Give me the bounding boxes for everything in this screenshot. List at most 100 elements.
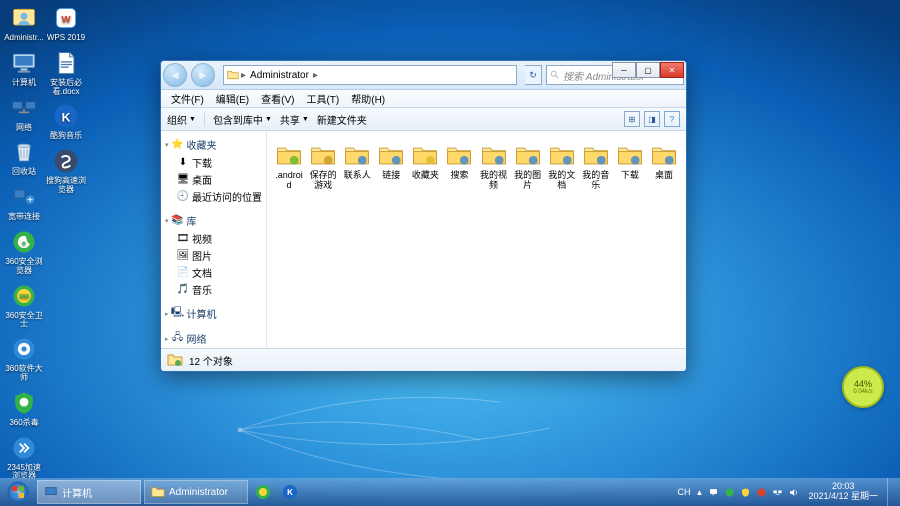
- explorer-window: ─ ▢ ✕ ◄ ► ▸ Administrator ▸ ↻ 搜索 Adminis…: [160, 60, 687, 372]
- task-label: 计算机: [62, 485, 92, 500]
- start-button[interactable]: [2, 480, 34, 504]
- folder-label: 桌面: [655, 171, 673, 181]
- view-options-button[interactable]: ⊞: [624, 111, 640, 127]
- network-tray-icon[interactable]: [772, 487, 783, 498]
- toolbar: 组织 ▼ 包含到库中 ▼ 共享 ▼ 新建文件夹 ⊞ ◨ ?: [161, 108, 686, 131]
- folder-item[interactable]: 桌面: [648, 139, 680, 193]
- desktop-icon-computer[interactable]: 计算机: [4, 47, 44, 90]
- folder-item[interactable]: 我的视频: [477, 139, 509, 193]
- desktop-icon-360safe[interactable]: 360360安全卫士: [4, 280, 44, 332]
- menu-tools[interactable]: 工具(T): [300, 91, 345, 106]
- volume-icon[interactable]: [788, 487, 799, 498]
- close-button[interactable]: ✕: [660, 62, 684, 78]
- video-icon: 🎞: [177, 233, 189, 245]
- address-bar[interactable]: ▸ Administrator ▸: [223, 65, 517, 85]
- folder-item[interactable]: 保存的游戏: [307, 139, 339, 193]
- taskbar-pin-360[interactable]: [251, 481, 275, 503]
- chevron-right-icon: ▸: [313, 70, 318, 81]
- sidebar-favorites[interactable]: ▾⭐收藏夹: [161, 135, 266, 154]
- sidebar-computer[interactable]: ▸🖳计算机: [161, 304, 266, 323]
- toolbar-include[interactable]: 包含到库中 ▼: [213, 112, 272, 127]
- document-icon: 📄: [177, 267, 189, 279]
- desktop-icon-360browser[interactable]: e360安全浏览器: [4, 226, 44, 278]
- file-grid[interactable]: .android 保存的游戏 联系人 链接 收藏夹 搜索 我的视频 我的图片 我…: [267, 131, 686, 348]
- star-icon: ⭐: [172, 139, 184, 151]
- taskbar-item-computer[interactable]: 计算机: [37, 480, 141, 504]
- tray-chevron-icon[interactable]: ▲: [696, 488, 704, 497]
- nav-back-button[interactable]: ◄: [163, 63, 187, 87]
- folder-item[interactable]: 我的音乐: [580, 139, 612, 193]
- sidebar-item-videos[interactable]: 🎞视频: [161, 230, 266, 247]
- folder-item[interactable]: 我的文档: [546, 139, 578, 193]
- folder-icon: [616, 141, 644, 169]
- toolbar-share[interactable]: 共享 ▼: [280, 112, 309, 127]
- folder-label: 我的图片: [514, 171, 542, 191]
- desktop-icon-360av[interactable]: 360杀毒: [4, 387, 44, 430]
- folder-label: 下载: [621, 171, 639, 181]
- folder-label: .android: [275, 171, 303, 191]
- menu-help[interactable]: 帮助(H): [345, 91, 391, 106]
- clock[interactable]: 20:03 2021/4/12 星期一: [804, 482, 882, 502]
- toolbar-organize[interactable]: 组织 ▼: [167, 112, 196, 127]
- folder-item[interactable]: 收藏夹: [409, 139, 441, 193]
- sidebar-item-desktop[interactable]: 🖥桌面: [161, 171, 266, 188]
- folder-icon: [582, 141, 610, 169]
- desktop-icon-wps[interactable]: WWPS 2019: [46, 2, 86, 45]
- folder-item[interactable]: 联系人: [341, 139, 373, 193]
- folder-icon: [377, 141, 405, 169]
- sidebar-libraries[interactable]: ▾📚库: [161, 211, 266, 230]
- sidebar-item-documents[interactable]: 📄文档: [161, 264, 266, 281]
- action-center-icon[interactable]: [708, 487, 719, 498]
- folder-icon: [650, 141, 678, 169]
- desktop-icon-recycle-bin[interactable]: 回收站: [4, 136, 44, 179]
- nav-forward-button[interactable]: ►: [191, 63, 215, 87]
- explorer-body: ▾⭐收藏夹 ⬇下载 🖥桌面 🕘最近访问的位置 ▾📚库 🎞视频 🖼图片 📄文档 🎵…: [161, 131, 686, 348]
- computer-icon: 🖳: [172, 308, 184, 320]
- explorer-header: ◄ ► ▸ Administrator ▸ ↻ 搜索 Administrator: [161, 61, 686, 90]
- folder-label: 联系人: [344, 171, 371, 181]
- tray-shield-icon[interactable]: [740, 487, 751, 498]
- status-bar: 12 个对象: [161, 348, 686, 371]
- show-desktop-button[interactable]: [887, 478, 896, 506]
- taskbar-item-explorer[interactable]: Administrator: [144, 480, 248, 504]
- speedup-badge[interactable]: 44% 0.04k/s: [842, 366, 884, 408]
- desktop-icon-kugou[interactable]: K酷狗音乐: [46, 100, 86, 143]
- minimize-button[interactable]: ─: [612, 62, 636, 78]
- menu-file[interactable]: 文件(F): [165, 91, 210, 106]
- folder-item[interactable]: 我的图片: [512, 139, 544, 193]
- ime-indicator[interactable]: CH: [678, 487, 691, 497]
- folder-label: 我的视频: [479, 171, 507, 191]
- desktop-icon-360soft[interactable]: 360软件大师: [4, 333, 44, 385]
- svg-text:e: e: [22, 240, 26, 247]
- refresh-button[interactable]: ↻: [525, 65, 542, 85]
- desktop-icon-sogou[interactable]: 搜狗高速浏览器: [46, 145, 86, 197]
- menu-edit[interactable]: 编辑(E): [210, 91, 255, 106]
- music-icon: 🎵: [177, 284, 189, 296]
- sidebar-item-recent[interactable]: 🕘最近访问的位置: [161, 188, 266, 205]
- sidebar-network[interactable]: ▸🖧网络: [161, 329, 266, 348]
- sidebar-item-music[interactable]: 🎵音乐: [161, 281, 266, 298]
- folder-item[interactable]: .android: [273, 139, 305, 193]
- tray-360-icon[interactable]: [724, 487, 735, 498]
- menu-view[interactable]: 查看(V): [255, 91, 300, 106]
- desktop-icon-readme-docx[interactable]: 安装后必看.docx: [46, 47, 86, 99]
- maximize-button[interactable]: ▢: [636, 62, 660, 78]
- window-controls: ─ ▢ ✕: [612, 62, 684, 78]
- help-button[interactable]: ?: [664, 111, 680, 127]
- preview-pane-button[interactable]: ◨: [644, 111, 660, 127]
- folder-item[interactable]: 下载: [614, 139, 646, 193]
- toolbar-newfolder[interactable]: 新建文件夹: [317, 112, 367, 127]
- badge-pct: 44%: [854, 380, 872, 389]
- desktop-icon-2345[interactable]: 2345加速浏览器: [4, 432, 44, 484]
- desktop-icon-administrator[interactable]: Administr...: [4, 2, 44, 45]
- folder-item[interactable]: 链接: [375, 139, 407, 193]
- tray-app-icon[interactable]: [756, 487, 767, 498]
- address-segment[interactable]: Administrator: [246, 70, 313, 81]
- desktop-icon-network[interactable]: 网络: [4, 92, 44, 135]
- sidebar-item-pictures[interactable]: 🖼图片: [161, 247, 266, 264]
- desktop-icon-broadband[interactable]: 宽带连接: [4, 181, 44, 224]
- folder-item[interactable]: 搜索: [443, 139, 475, 193]
- svg-text:K: K: [287, 488, 293, 497]
- sidebar-item-downloads[interactable]: ⬇下载: [161, 154, 266, 171]
- taskbar-pin-kugou[interactable]: K: [278, 481, 302, 503]
